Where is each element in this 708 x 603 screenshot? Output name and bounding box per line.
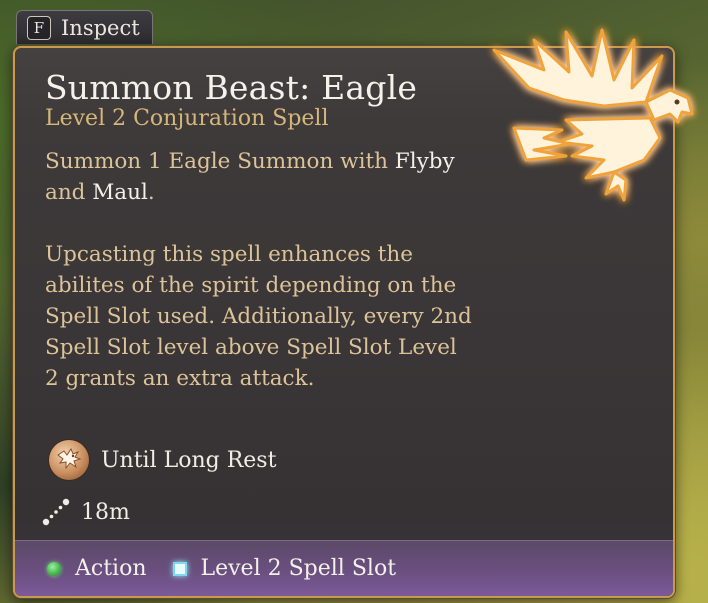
cost-bar: Action Level 2 Spell Slot — [15, 540, 673, 596]
spell-subtitle: Level 2 Conjuration Spell — [45, 106, 329, 131]
duration-text: Until Long Rest — [101, 447, 277, 473]
keybind-badge: F — [27, 15, 51, 40]
duration-row: Until Long Rest — [49, 440, 276, 480]
description-paragraph-1: Summon 1 Eagle Summon with Flyby and Mau… — [45, 149, 455, 205]
eagle-summon-icon — [49, 440, 89, 480]
cost-action: Action — [47, 556, 147, 581]
action-dot-icon — [47, 561, 61, 576]
spell-description: Summon 1 Eagle Summon with Flyby and Mau… — [45, 146, 475, 394]
cost-spell-slot: Level 2 Spell Slot — [172, 556, 397, 581]
spell-tooltip: Summon Beast: Eagle Level 2 Conjuration … — [13, 46, 675, 598]
range-dots-icon — [42, 498, 70, 526]
keyword-maul[interactable]: Maul — [92, 180, 148, 205]
spell-title: Summon Beast: Eagle — [45, 68, 418, 107]
range-row: 18m — [41, 497, 130, 527]
range-text: 18m — [81, 499, 130, 525]
cost-slot-label: Level 2 Spell Slot — [200, 556, 397, 581]
keyword-flyby[interactable]: Flyby — [395, 149, 455, 174]
spell-slot-icon — [172, 561, 187, 576]
inspect-label: Inspect — [61, 15, 140, 40]
cost-action-label: Action — [75, 556, 147, 581]
description-paragraph-2: Upcasting this spell enhances the abilit… — [45, 242, 472, 391]
inspect-hint[interactable]: F Inspect — [16, 10, 153, 44]
